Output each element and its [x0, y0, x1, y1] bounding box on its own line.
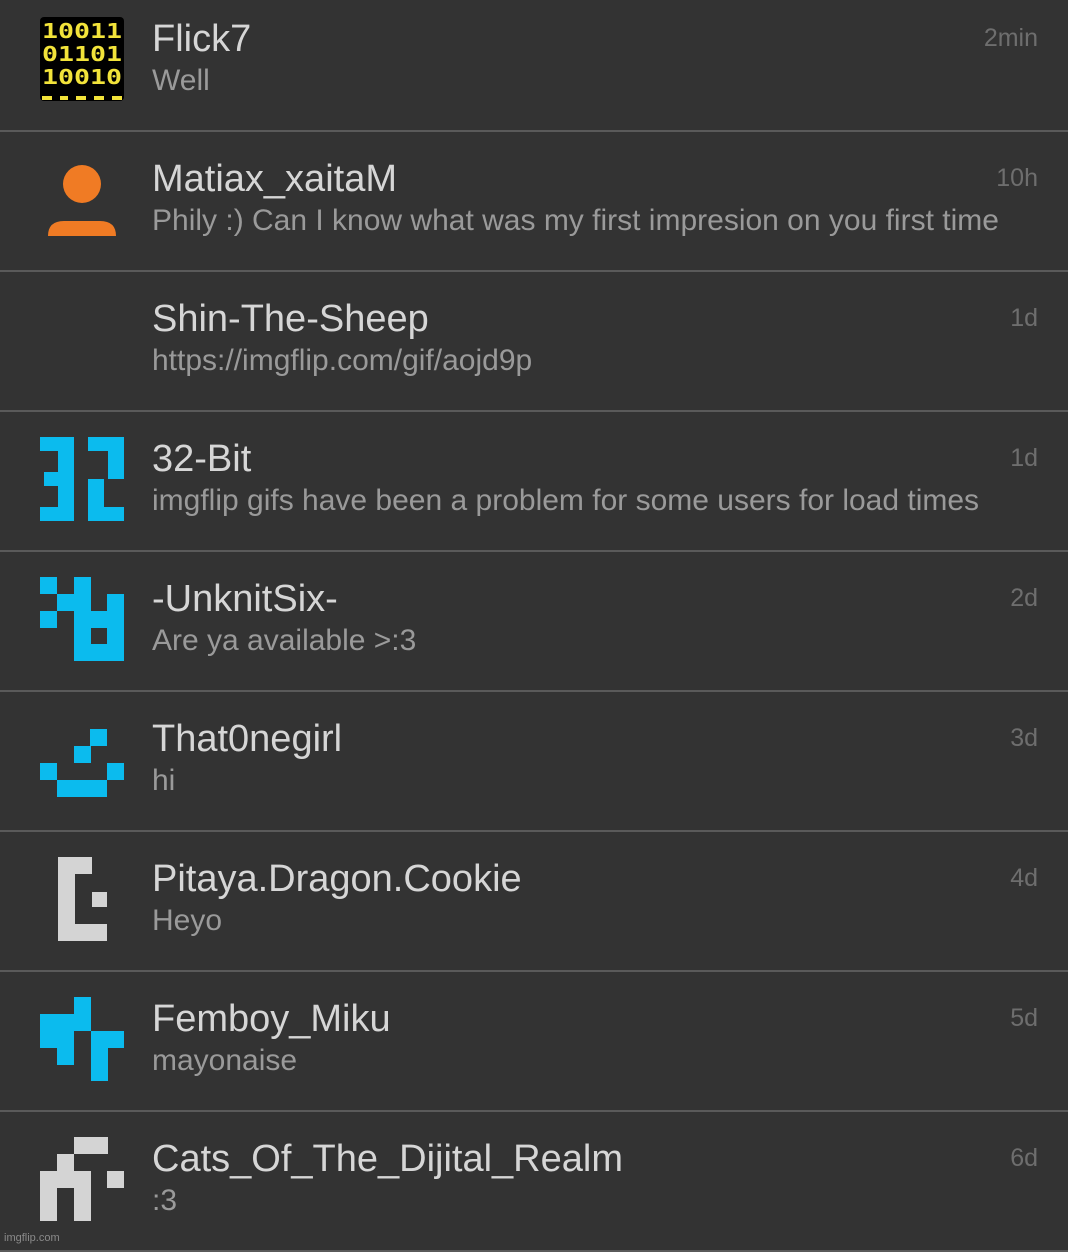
message-preview: Well	[152, 64, 210, 97]
message-preview: hi	[152, 764, 176, 797]
conversation-row[interactable]: -UnknitSix- Are ya available >:3 2d	[0, 552, 1068, 692]
message-preview: Are ya available >:3	[152, 624, 417, 657]
pixel-32-icon	[40, 437, 124, 521]
message-preview: :3	[152, 1184, 178, 1217]
svg-text:01101: 01101	[42, 42, 122, 66]
timestamp: 1d	[1010, 444, 1038, 472]
conversation-row[interactable]: Femboy_Miku mayonaise 5d	[0, 972, 1068, 1112]
username: 32-Bit	[152, 438, 252, 480]
username: Flick7	[152, 18, 252, 60]
pixel-identicon	[40, 997, 124, 1081]
binary-code-icon: 10011 01101 10010	[40, 17, 124, 101]
timestamp: 4d	[1010, 864, 1038, 892]
timestamp: 10h	[996, 164, 1038, 192]
conversation-list: 10011 01101 10010 Flick7 Well 2min Matia…	[0, 0, 1068, 1252]
conversation-row[interactable]: 32-Bit imgflip gifs have been a problem …	[0, 412, 1068, 552]
pixel-identicon	[40, 577, 124, 661]
message-preview: imgflip gifs have been a problem for som…	[152, 484, 980, 517]
pixel-identicon	[40, 717, 124, 801]
conversation-row[interactable]: 10011 01101 10010 Flick7 Well 2min	[0, 0, 1068, 132]
username: That0negirl	[152, 718, 343, 760]
timestamp: 6d	[1010, 1144, 1038, 1172]
timestamp: 5d	[1010, 1004, 1038, 1032]
timestamp: 2min	[983, 24, 1038, 52]
conversation-row[interactable]: Matiax_xaitaM Phily :) Can I know what w…	[0, 132, 1068, 272]
username: Matiax_xaitaM	[152, 158, 397, 200]
conversation-row[interactable]: Cats_Of_The_Dijital_Realm :3 6d	[0, 1112, 1068, 1252]
timestamp: 3d	[1010, 724, 1038, 752]
username: Shin-The-Sheep	[152, 298, 429, 340]
timestamp: 2d	[1010, 584, 1038, 612]
blank-avatar	[40, 297, 124, 381]
message-preview: Phily :) Can I know what was my first im…	[152, 204, 999, 237]
message-preview: Heyo	[152, 904, 223, 937]
conversation-row[interactable]: Shin-The-Sheep https://imgflip.com/gif/a…	[0, 272, 1068, 412]
conversation-row[interactable]: That0negirl hi 3d	[0, 692, 1068, 832]
username: Cats_Of_The_Dijital_Realm	[152, 1138, 623, 1180]
username: -UnknitSix-	[152, 578, 338, 620]
username: Pitaya.Dragon.Cookie	[152, 858, 522, 900]
svg-text:10011: 10011	[42, 19, 122, 43]
pixel-identicon	[40, 857, 124, 941]
conversation-row[interactable]: Pitaya.Dragon.Cookie Heyo 4d	[0, 832, 1068, 972]
pixel-identicon	[40, 1137, 124, 1221]
message-preview: https://imgflip.com/gif/aojd9p	[152, 344, 533, 377]
default-user-icon	[40, 157, 124, 241]
username: Femboy_Miku	[152, 998, 391, 1040]
imgflip-watermark: imgflip.com	[4, 1232, 60, 1244]
svg-text:10010: 10010	[42, 65, 122, 89]
timestamp: 1d	[1010, 304, 1038, 332]
message-preview: mayonaise	[152, 1044, 298, 1077]
